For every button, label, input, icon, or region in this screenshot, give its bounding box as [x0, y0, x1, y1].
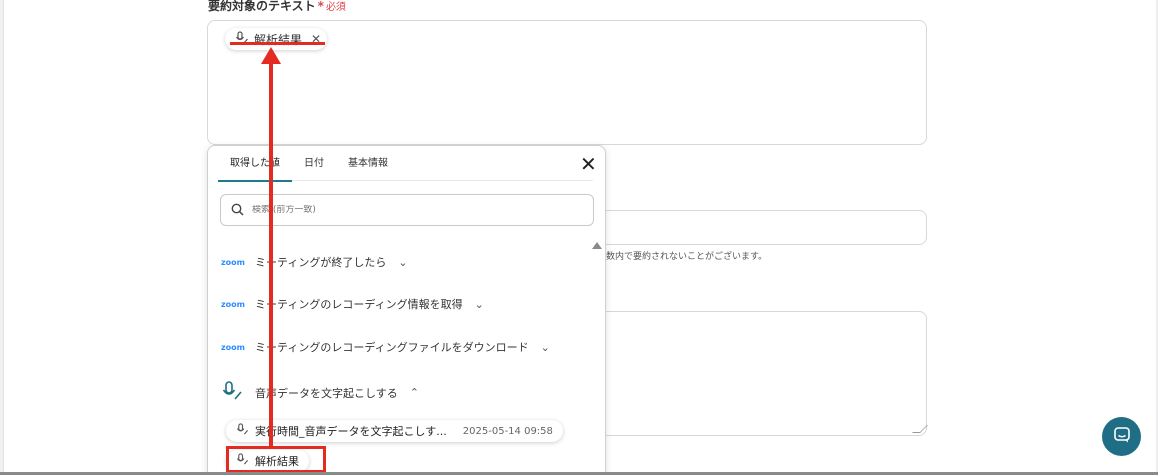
tab-basic-info[interactable]: 基本情報: [336, 146, 400, 181]
search-icon: [231, 201, 244, 220]
annotation-underline: [230, 42, 325, 46]
text-input[interactable]: [600, 210, 927, 245]
close-icon[interactable]: ✕: [580, 154, 597, 174]
zoom-logo-icon: zoom: [221, 257, 245, 267]
annotation-arrow-shaft: [269, 58, 273, 448]
zoom-logo-icon: zoom: [221, 342, 245, 352]
microphone-icon: [236, 423, 249, 439]
scroll-up-arrow-icon[interactable]: [592, 242, 602, 249]
chevron-down-icon[interactable]: ⌄: [541, 341, 550, 354]
annotation-arrow-head-icon: [261, 47, 281, 64]
summary-field-label-text: 要約対象のテキスト: [208, 0, 316, 13]
annotation-highlight-box: [226, 446, 326, 473]
search-input[interactable]: [252, 205, 552, 215]
step-label: ミーティングのレコーディング情報を取得: [255, 298, 463, 311]
prompt-text-area[interactable]: [600, 311, 928, 436]
output-item-execution-time[interactable]: 実行時間_音声データを文字起こしす... 2025-05-14 09:58: [226, 420, 563, 442]
output-label: 実行時間_音声データを文字起こしす...: [255, 425, 447, 438]
chevron-up-icon[interactable]: ⌃: [410, 386, 419, 399]
popup-tabs: 取得した値 日付 基本情報: [218, 146, 593, 182]
chat-support-button[interactable]: [1102, 417, 1141, 456]
help-text: 数内で要約されないことがございます。: [606, 252, 768, 262]
required-text: 必須: [325, 2, 346, 13]
microphone-icon: [221, 380, 245, 405]
chat-bubble-icon: [1113, 426, 1131, 448]
flow-step-get-recording-info[interactable]: zoom ミーティングのレコーディング情報を取得 ⌄: [221, 296, 484, 312]
left-border: [0, 0, 4, 475]
variable-picker-popup: 取得した値 日付 基本情報 ✕ zoom ミーティングが終了したら ⌄ zoom…: [207, 145, 606, 475]
chevron-down-icon[interactable]: ⌄: [475, 298, 484, 311]
flow-step-meeting-ended[interactable]: zoom ミーティングが終了したら ⌄: [221, 254, 408, 270]
resize-handle-icon[interactable]: [912, 425, 928, 433]
flow-step-transcribe-audio[interactable]: 音声データを文字起こしする ⌃: [221, 380, 419, 405]
summary-field-label: 要約対象のテキスト * 必須: [208, 0, 346, 14]
output-value: 2025-05-14 09:58: [462, 425, 553, 437]
step-label: ミーティングが終了したら: [255, 256, 387, 269]
tab-date[interactable]: 日付: [292, 146, 336, 181]
tab-acquired-values[interactable]: 取得した値: [218, 146, 292, 182]
step-label: ミーティングのレコーディングファイルをダウンロード: [255, 341, 529, 354]
zoom-logo-icon: zoom: [221, 299, 245, 309]
step-label: 音声データを文字起こしする: [255, 386, 398, 400]
required-mark: *: [317, 0, 324, 13]
search-field[interactable]: [220, 194, 594, 226]
chevron-down-icon[interactable]: ⌄: [398, 256, 407, 269]
